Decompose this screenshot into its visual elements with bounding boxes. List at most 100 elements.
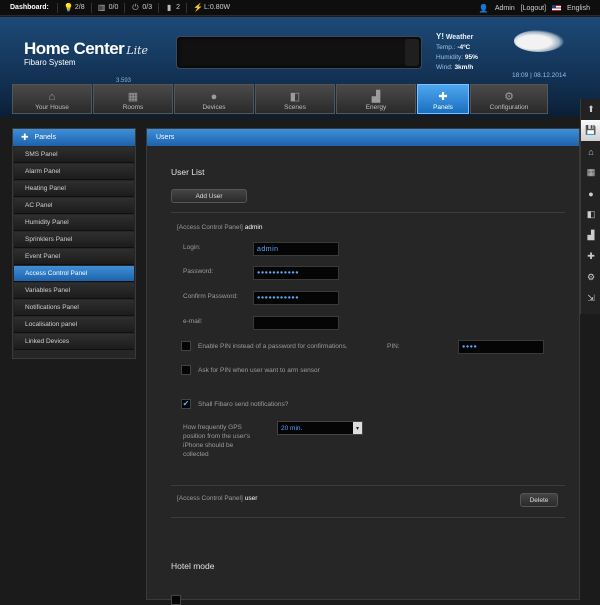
enable-pin-checkbox[interactable] bbox=[181, 341, 191, 351]
tab-label: Configuration bbox=[489, 104, 529, 111]
admin-user-prefix: [Access Control Panel] bbox=[177, 224, 243, 231]
divider bbox=[171, 517, 565, 518]
admin-user-header: [Access Control Panel] admin bbox=[177, 224, 262, 231]
sidebar-item-variables-panel[interactable]: Variables Panel bbox=[14, 283, 134, 299]
stat-value: 2 bbox=[176, 4, 181, 11]
door-sensor-icon: ▮ bbox=[166, 2, 172, 12]
user-name: Admin bbox=[494, 4, 515, 12]
humidity-value: 95% bbox=[464, 54, 478, 61]
tab-energy[interactable]: ▟ Energy bbox=[336, 84, 416, 114]
datetime: 18:09 | 08.12.2014 bbox=[512, 72, 567, 79]
brand-subtitle: Fibaro System bbox=[24, 58, 76, 67]
gears-icon: ⚙ bbox=[504, 91, 514, 103]
sidebar-item-event-panel[interactable]: Event Panel bbox=[14, 249, 134, 265]
tab-scenes[interactable]: ◧ Scenes bbox=[255, 84, 335, 114]
stat-value: 2/8 bbox=[74, 4, 85, 11]
tab-label: Scenes bbox=[284, 104, 306, 111]
temp-value: -4ºC bbox=[457, 44, 471, 51]
sidebar-item-localisation-panel[interactable]: Localisation panel bbox=[14, 317, 134, 333]
enable-pin-label: Enable PIN instead of a password for con… bbox=[198, 343, 348, 350]
house-icon: ⌂ bbox=[48, 91, 56, 103]
dashboard-stats: 💡 2/8 ▥ 0/0 ⏻ 0/3 ▮ 2 ⚡ L:0.80W bbox=[56, 2, 236, 13]
dashboard-label: Dashboard: bbox=[10, 4, 49, 11]
gps-label-line-3: iPhone should be bbox=[183, 442, 234, 449]
hotel-mode-checkbox[interactable] bbox=[171, 595, 181, 605]
notifications-checkbox[interactable]: ✔ bbox=[181, 399, 191, 409]
blind-icon: ▥ bbox=[97, 2, 106, 12]
tab-panels[interactable]: ✚ Panels bbox=[417, 84, 469, 114]
admin-user-name: admin bbox=[244, 224, 263, 231]
sidebar-item-alarm-panel[interactable]: Alarm Panel bbox=[14, 164, 134, 180]
energy-icon: ▟ bbox=[371, 91, 381, 103]
sidebar-header: ✚ Panels bbox=[13, 129, 135, 146]
gps-frequency-value: 20 min. bbox=[281, 424, 303, 432]
user-area: 👤 Admin [Logout] English bbox=[479, 0, 590, 16]
sidebar-item-linked-devices[interactable]: Linked Devices bbox=[14, 334, 134, 350]
password-label: Password: bbox=[183, 268, 214, 275]
scenes-icon: ◧ bbox=[289, 91, 301, 103]
gps-frequency-select[interactable]: 20 min. ▾ bbox=[277, 421, 363, 435]
house-icon[interactable]: ⌂ bbox=[581, 141, 600, 162]
divider bbox=[171, 485, 565, 486]
stat-value: 0/0 bbox=[108, 4, 119, 11]
cloud-icon bbox=[514, 30, 564, 52]
temp-label: Temp.: bbox=[436, 44, 456, 51]
lcd-end-cap bbox=[405, 39, 419, 66]
arm-pin-checkbox[interactable] bbox=[181, 365, 191, 375]
pin-field[interactable]: ●●●● bbox=[458, 340, 544, 354]
arrow-up-icon[interactable]: ⬆ bbox=[581, 99, 600, 120]
tab-devices[interactable]: ● Devices bbox=[174, 84, 254, 114]
sidebar-item-sms-panel[interactable]: SMS Panel bbox=[14, 147, 134, 163]
arm-pin-label: Ask for PIN when user want to arm sensor bbox=[198, 367, 320, 374]
delete-button[interactable]: Delete bbox=[520, 493, 558, 507]
bulb-icon: ● bbox=[210, 91, 218, 103]
rooms-icon[interactable]: ▦ bbox=[581, 162, 600, 183]
confirm-password-label: Confirm Password: bbox=[183, 293, 238, 300]
sidebar-item-sprinklers-panel[interactable]: Sprinklers Panel bbox=[14, 232, 134, 248]
confirm-password-field[interactable]: ●●●●●●●●●●● bbox=[253, 291, 339, 305]
user-list-title: User List bbox=[171, 167, 205, 177]
language-selector[interactable]: English bbox=[567, 5, 590, 12]
tab-label: Panels bbox=[433, 104, 453, 111]
gps-label-line-4: collected bbox=[183, 451, 209, 458]
sidebar-item-ac-panel[interactable]: AC Panel bbox=[14, 198, 134, 214]
email-field[interactable] bbox=[253, 316, 339, 330]
puzzle-icon[interactable]: ✚ bbox=[581, 246, 600, 267]
humidity-label: Humidity: bbox=[436, 54, 464, 61]
notifications-label: Shall Fibaro send notifications? bbox=[198, 401, 289, 408]
user-user-name: user bbox=[244, 495, 258, 502]
scenes-icon[interactable]: ◧ bbox=[581, 204, 600, 225]
user-user-prefix: [Access Control Panel] bbox=[177, 495, 243, 502]
sidebar-item-heating-panel[interactable]: Heating Panel bbox=[14, 181, 134, 197]
main-nav: ⌂ Your House ▦ Rooms ● Devices ◧ Scenes ▟ Energy ✚… bbox=[12, 84, 586, 114]
dashboard-stat: ▥ 0/0 bbox=[90, 2, 125, 13]
save-icon[interactable]: 💾 bbox=[581, 120, 600, 141]
gears-icon[interactable]: ⚙ bbox=[581, 267, 600, 288]
dashboard-stat: ▮ 2 bbox=[158, 2, 186, 13]
add-user-button[interactable]: Add User bbox=[171, 189, 247, 203]
tab-label: Rooms bbox=[122, 104, 144, 111]
rooms-icon: ▦ bbox=[127, 91, 139, 103]
logout-link[interactable]: [Logout] bbox=[521, 5, 546, 12]
tab-label: Energy bbox=[365, 104, 387, 111]
tab-your-house[interactable]: ⌂ Your House bbox=[12, 84, 92, 114]
login-field[interactable]: admin bbox=[253, 242, 339, 256]
brand-title: Home Center bbox=[24, 39, 125, 58]
logo: Home Center Lite Fibaro System bbox=[24, 39, 148, 67]
sidebar-item-notifications-panel[interactable]: Notifications Panel bbox=[14, 300, 134, 316]
sidebar-item-access-control-panel[interactable]: Access Control Panel bbox=[14, 266, 134, 282]
password-field[interactable]: ●●●●●●●●●●● bbox=[253, 266, 339, 280]
brand-lite: Lite bbox=[126, 44, 149, 57]
sidebar-item-humidity-panel[interactable]: Humidity Panel bbox=[14, 215, 134, 231]
hotel-mode-title: Hotel mode bbox=[171, 561, 215, 571]
logout-icon[interactable]: ⇲ bbox=[581, 288, 600, 309]
top-status-bar: Dashboard: 💡 2/8 ▥ 0/0 ⏻ 0/3 ▮ 2 ⚡ L:0.80W 👤 Admi… bbox=[0, 0, 600, 16]
energy-icon[interactable]: ▟ bbox=[581, 225, 600, 246]
tab-rooms[interactable]: ▦ Rooms bbox=[93, 84, 173, 114]
weather-title: Weather bbox=[445, 34, 474, 41]
stat-value: L:0.80W bbox=[204, 4, 231, 11]
divider bbox=[171, 212, 565, 213]
main-header: Users bbox=[147, 129, 579, 146]
bulb-icon[interactable]: ● bbox=[581, 183, 600, 204]
tab-configuration[interactable]: ⚙ Configuration bbox=[470, 84, 548, 114]
